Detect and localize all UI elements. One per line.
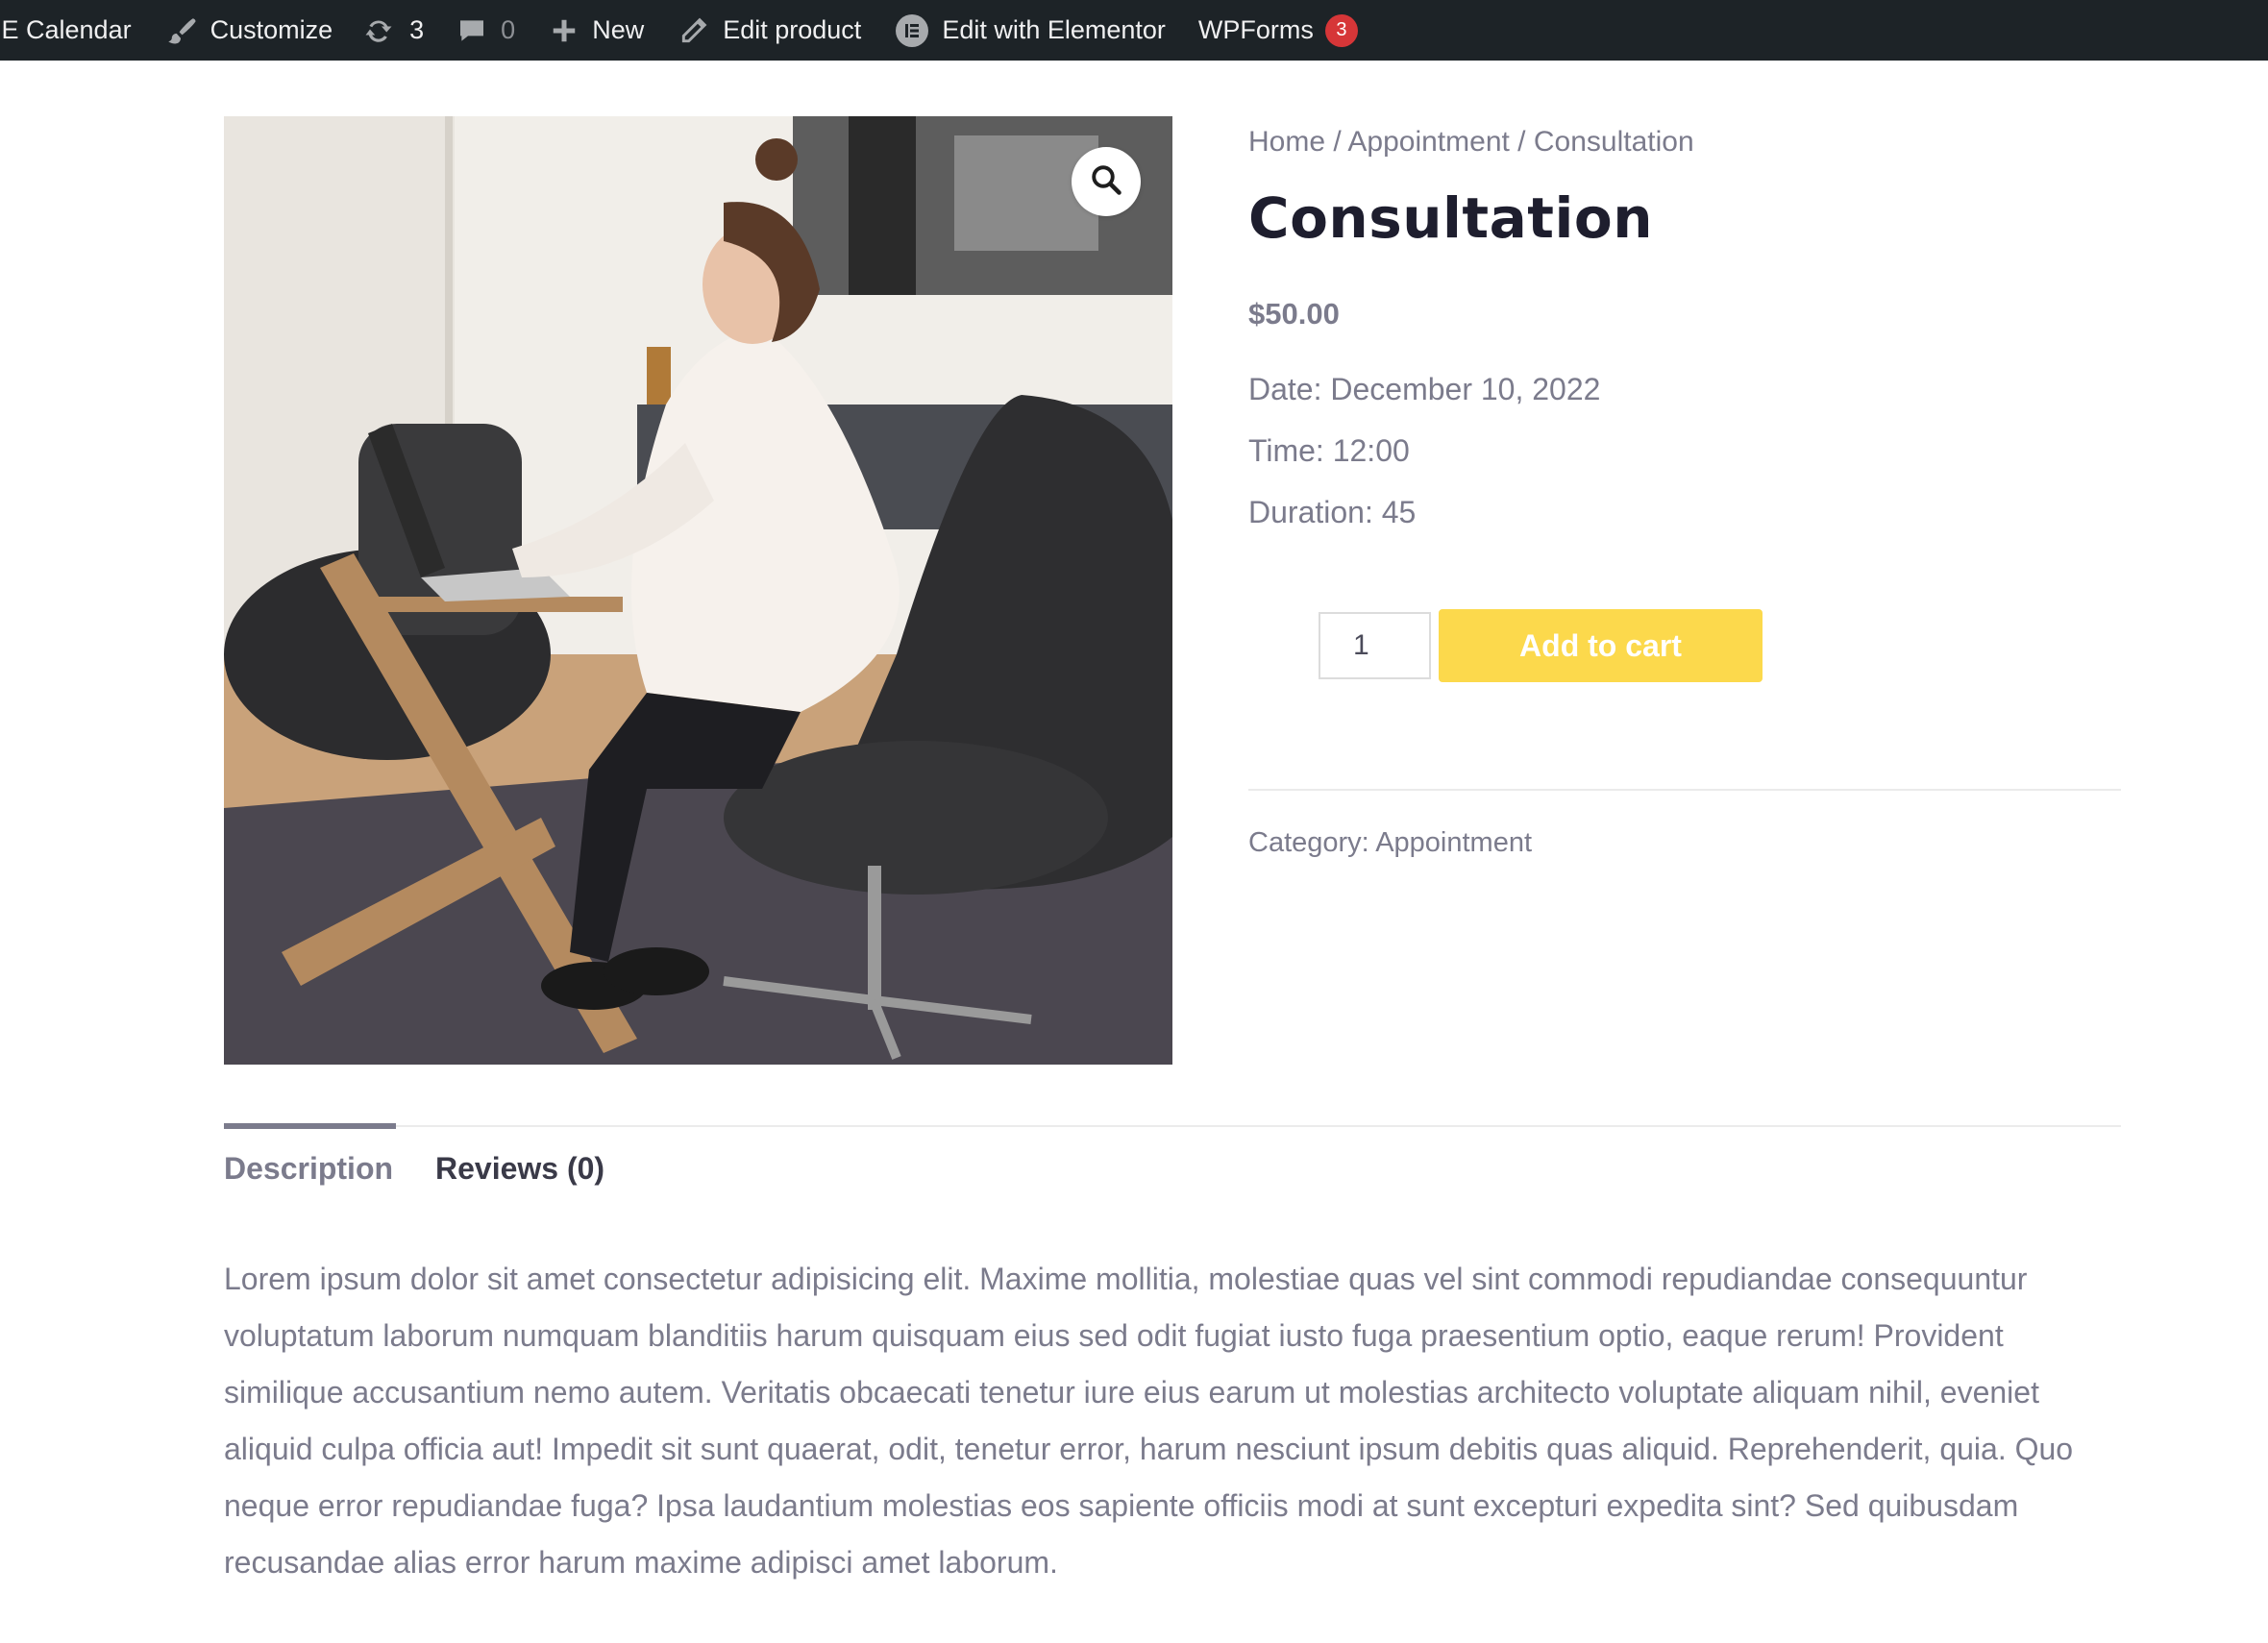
wpforms-notification-badge: 3 — [1324, 13, 1358, 47]
add-to-cart-button[interactable]: Add to cart — [1439, 609, 1763, 682]
product-category: Category: Appointment — [1248, 827, 2121, 859]
product-image[interactable] — [224, 116, 1172, 1065]
breadcrumb-separator: / — [1509, 126, 1534, 158]
comments-count: 0 — [501, 15, 516, 44]
breadcrumb-home-link[interactable]: Home — [1248, 126, 1325, 158]
calendar-label: IE Calendar — [0, 15, 132, 44]
pencil-icon — [678, 15, 709, 46]
appointment-date: Date: December 10, 2022 — [1248, 372, 1601, 406]
breadcrumb-separator: / — [1325, 126, 1348, 158]
image-zoom-button[interactable] — [1072, 147, 1141, 216]
product-summary: Home / Appointment / Consultation Consul… — [1248, 116, 2121, 859]
tab-description[interactable]: Description — [224, 1151, 393, 1187]
admin-bar: IE Calendar Customize 3 0 New Edit produ… — [0, 0, 2268, 61]
breadcrumb: Home / Appointment / Consultation — [1248, 126, 2121, 159]
appointment-time: Time: 12:00 — [1248, 433, 1410, 468]
tabs-divider — [224, 1125, 2121, 1127]
active-tab-indicator — [224, 1123, 396, 1129]
category-label: Category: — [1248, 827, 1376, 858]
tab-reviews[interactable]: Reviews (0) — [435, 1151, 604, 1187]
updates-refresh-icon — [361, 13, 396, 48]
breadcrumb-category-link[interactable]: Appointment — [1347, 126, 1509, 158]
product-price: $50.00 — [1248, 297, 1340, 331]
elementor-logo-icon — [896, 13, 929, 47]
admin-bar-edit-product[interactable]: Edit product — [678, 0, 861, 61]
admin-bar-edit-elementor[interactable]: Edit with Elementor — [896, 0, 1166, 61]
add-to-cart-form: Add to cart — [1319, 609, 2121, 682]
admin-bar-updates[interactable]: 3 — [361, 0, 424, 61]
summary-divider — [1248, 789, 2121, 791]
customize-label: Customize — [210, 15, 333, 44]
product-description: Lorem ipsum dolor sit amet consectetur a… — [224, 1262, 2074, 1580]
quantity-input[interactable] — [1319, 612, 1431, 679]
plus-icon — [550, 16, 579, 45]
product-photo-illustration — [224, 116, 1172, 1065]
paintbrush-icon — [164, 14, 197, 47]
product-title: Consultation — [1248, 185, 1654, 251]
new-label: New — [592, 15, 645, 44]
wpforms-label: WPForms — [1197, 15, 1314, 44]
elementor-label: Edit with Elementor — [942, 15, 1166, 44]
category-link[interactable]: Appointment — [1375, 827, 1532, 858]
magnifier-icon — [1089, 162, 1123, 202]
admin-bar-new[interactable]: New — [550, 0, 644, 61]
updates-count: 3 — [409, 15, 425, 44]
admin-bar-wpforms[interactable]: WPForms 3 — [1198, 0, 1358, 61]
appointment-duration: Duration: 45 — [1248, 495, 1417, 529]
edit-product-label: Edit product — [723, 15, 862, 44]
admin-bar-calendar[interactable]: IE Calendar — [0, 0, 132, 61]
breadcrumb-current: Consultation — [1533, 126, 1694, 158]
comment-bubble-icon — [456, 15, 487, 46]
admin-bar-comments[interactable]: 0 — [456, 0, 515, 61]
admin-bar-customize[interactable]: Customize — [164, 0, 333, 61]
